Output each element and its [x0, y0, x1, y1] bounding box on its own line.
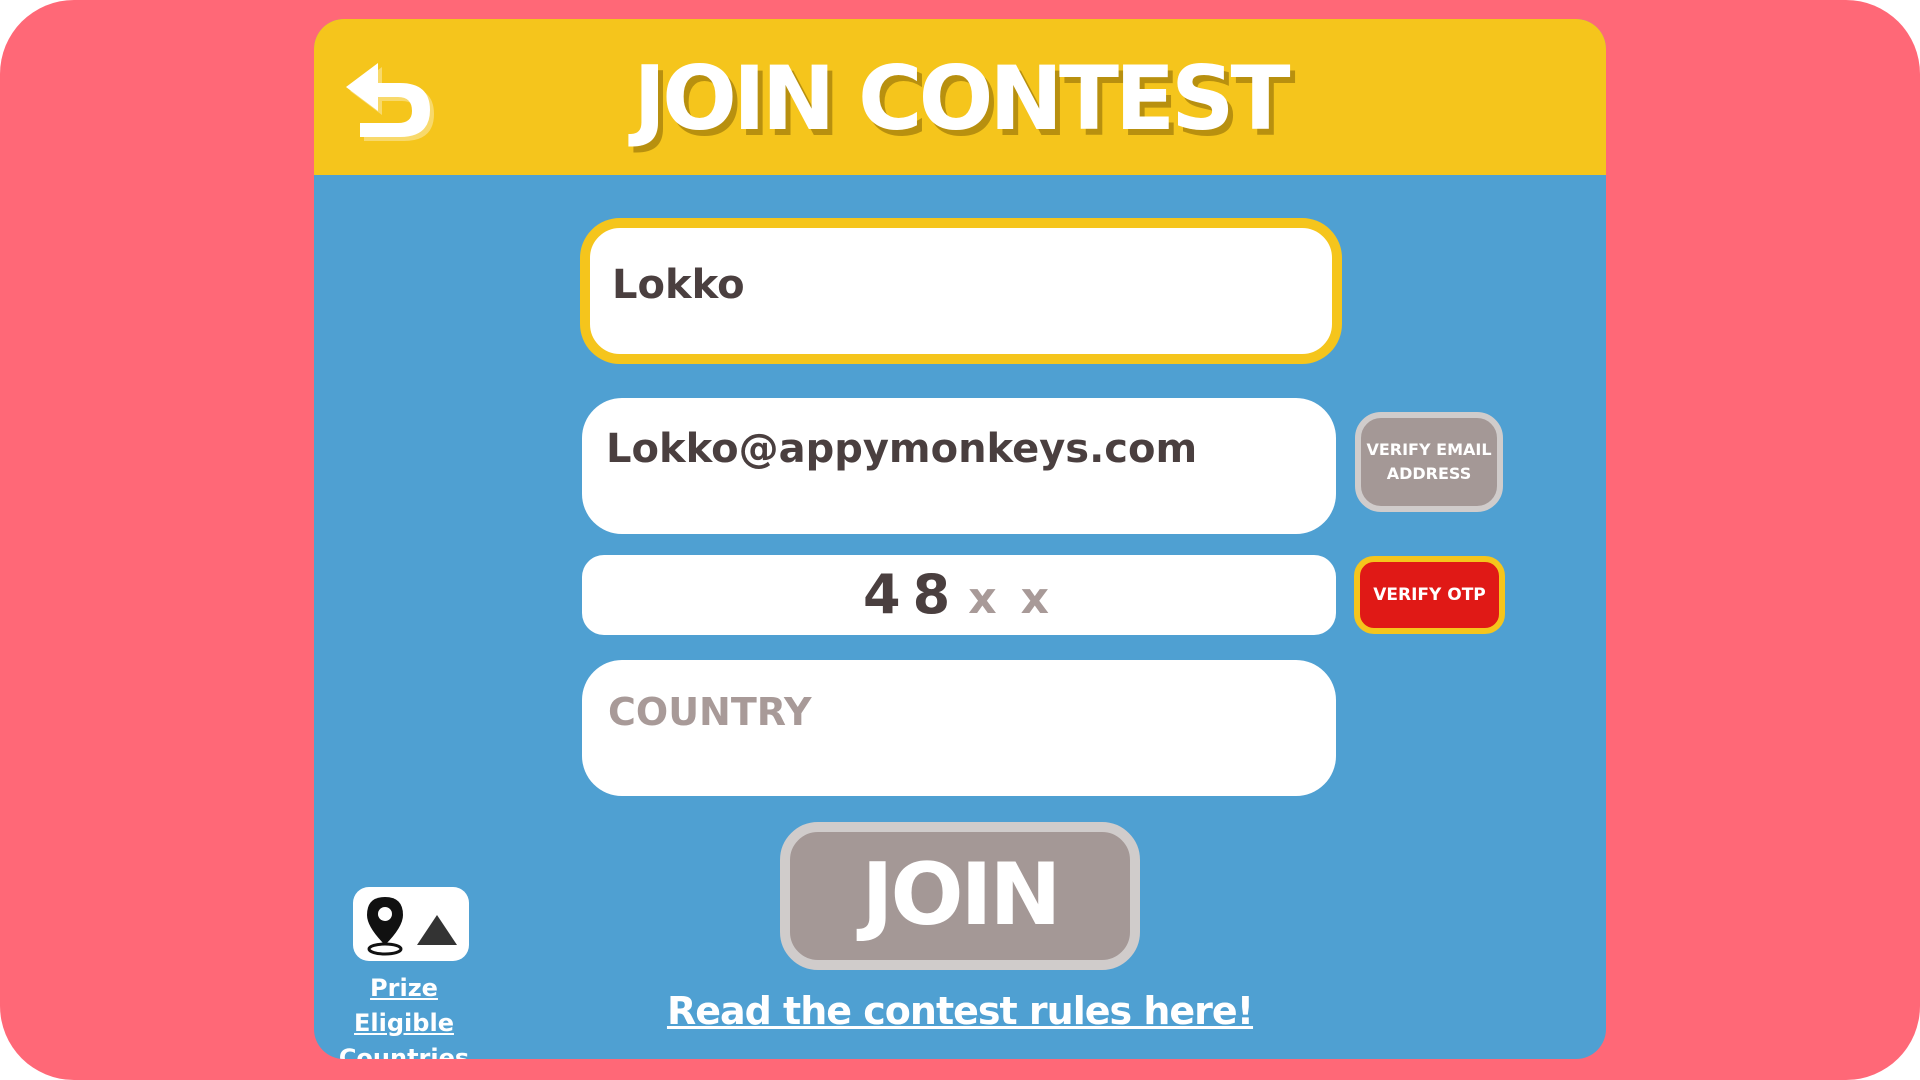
- verify-email-button[interactable]: VERIFY EMAIL ADDRESS: [1355, 412, 1503, 512]
- map-pin-triangle-icon: [353, 887, 469, 961]
- contest-rules-link[interactable]: Read the contest rules here!: [660, 989, 1260, 1033]
- verify-email-label-line1: VERIFY EMAIL: [1366, 440, 1492, 459]
- prize-label-line2: Countries: [338, 1044, 470, 1059]
- page-title: JOIN CONTEST: [633, 47, 1290, 150]
- header-bar: JOIN CONTEST: [314, 19, 1606, 175]
- otp-digit: 8: [912, 563, 951, 626]
- verify-email-label-line2: ADDRESS: [1386, 464, 1472, 483]
- contest-panel: JOIN CONTEST Lokko Lokko@appymonkeys.com…: [314, 19, 1606, 1059]
- prize-label-line1: Prize Eligible: [354, 974, 454, 1037]
- otp-placeholder: x: [968, 573, 997, 624]
- verify-otp-button[interactable]: VERIFY OTP: [1354, 556, 1505, 634]
- app-frame: JOIN CONTEST Lokko Lokko@appymonkeys.com…: [0, 0, 1920, 1080]
- back-arrow-icon: [346, 63, 434, 141]
- otp-digit: 4: [863, 563, 901, 626]
- country-field[interactable]: COUNTRY: [582, 660, 1336, 796]
- otp-placeholder: x: [1020, 573, 1049, 624]
- name-field[interactable]: Lokko: [580, 218, 1342, 364]
- join-button[interactable]: JOIN: [780, 822, 1140, 970]
- prize-eligible-countries-link[interactable]: Prize Eligible Countries: [324, 887, 484, 1059]
- otp-field[interactable]: 48xx: [582, 555, 1336, 635]
- back-button[interactable]: [338, 53, 442, 143]
- email-field[interactable]: Lokko@appymonkeys.com: [582, 398, 1336, 534]
